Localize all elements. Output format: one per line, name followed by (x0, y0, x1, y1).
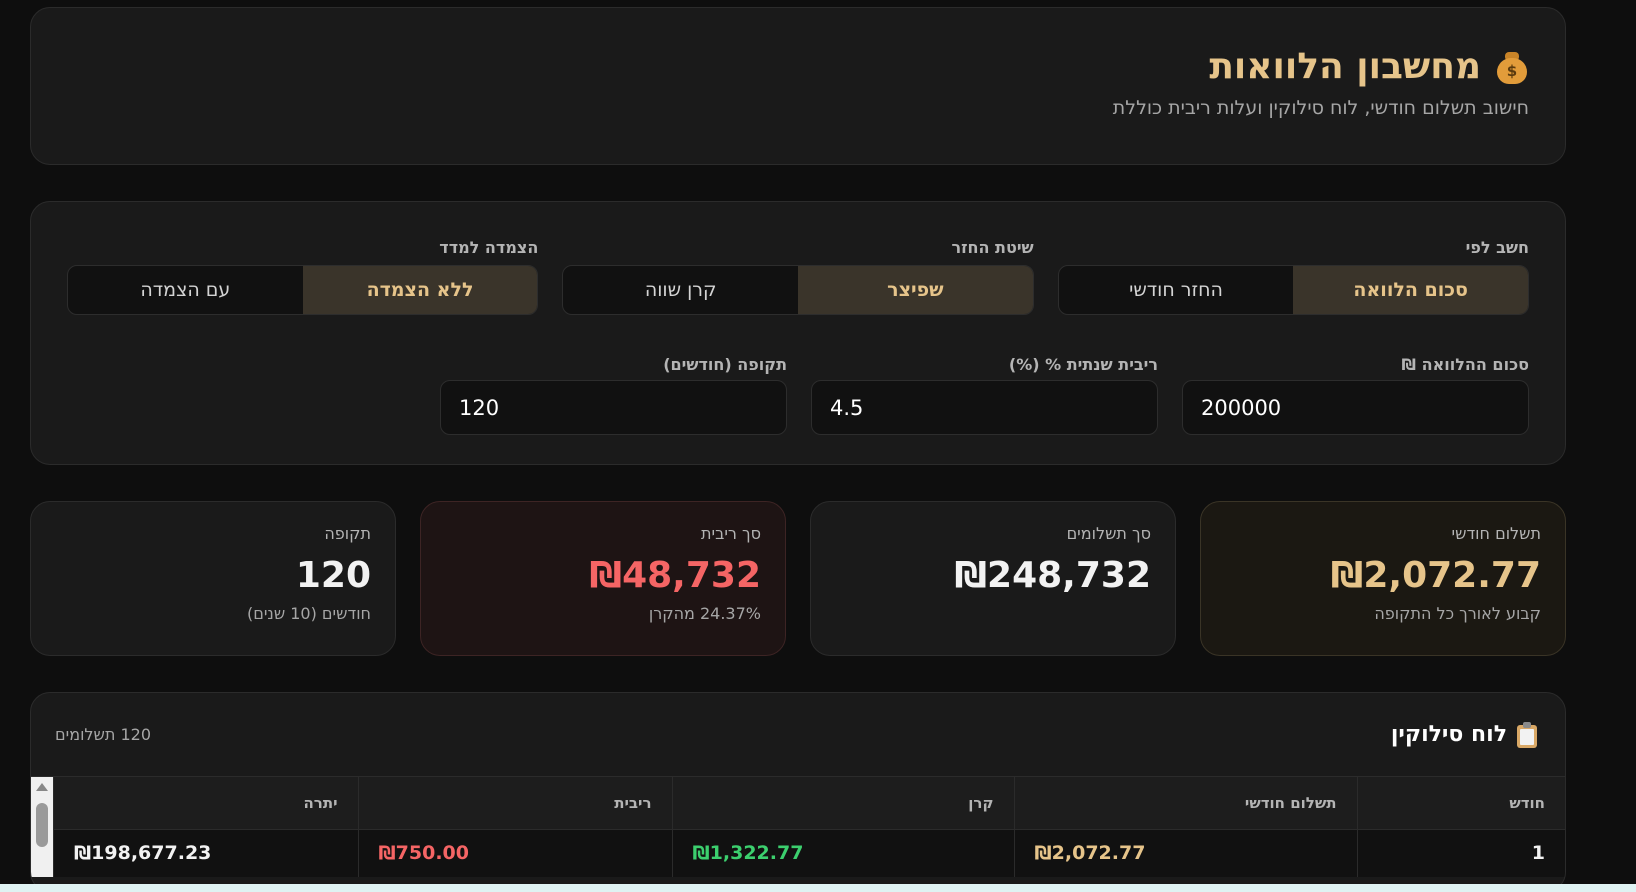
rate-field-group: ריבית שנתית % (%) (811, 355, 1158, 435)
calc-by-toggle: סכום הלוואה החזר חודשי (1057, 265, 1529, 315)
monthly-payment-sub: קבוע לאורך כל התקופה (1374, 604, 1541, 623)
col-interest[interactable]: ריבית (357, 777, 672, 830)
calc-by-label: חשב לפי (1465, 238, 1529, 257)
money-bag-icon: $ (1495, 50, 1529, 84)
cell-payment: ₪2,072.77 (1013, 829, 1357, 877)
total-interest-value: ₪48,732 (589, 555, 761, 596)
indexation-group: הצמדה למדד ללא הצמדה עם הצמדה (67, 238, 539, 315)
schedule-header: לוח סילוקין 120 תשלומים (31, 693, 1565, 777)
clipboard-icon (1517, 721, 1537, 748)
period-value: 120 (295, 555, 371, 596)
total-payments-label: סך תשלומים (1066, 524, 1151, 543)
indexation-label: הצמדה למדד (439, 238, 539, 257)
method-equal-principal-button[interactable]: קרן שווה (563, 266, 798, 314)
monthly-payment-label: תשלום חודשי (1451, 524, 1541, 543)
term-field-group: תקופה (חודשים) (440, 355, 787, 435)
page-title: מחשבון הלוואות (1209, 46, 1481, 87)
period-label: תקופה (324, 524, 371, 543)
stats-row: תשלום חודשי ₪2,072.77 קבוע לאורך כל התקו… (30, 501, 1566, 656)
total-interest-sub: 24.37% מהקרן (648, 604, 761, 623)
cell-month: 1 (1356, 829, 1565, 877)
monthly-payment-value: ₪2,072.77 (1330, 555, 1541, 596)
cell-principal: ₪1,322.77 (671, 829, 1014, 877)
schedule-title: לוח סילוקין (1390, 722, 1507, 747)
period-sub: חודשים (10 שנים) (246, 604, 371, 623)
method-toggle: שפיצר קרן שווה (562, 265, 1034, 315)
term-label: תקופה (חודשים) (663, 355, 787, 374)
page-subtitle: חישוב תשלום חודשי, לוח סילוקין ועלות ריב… (1112, 97, 1529, 119)
col-payment[interactable]: תשלום חודשי (1013, 777, 1357, 830)
schedule-card: לוח סילוקין 120 תשלומים חודש תשלום חודשי… (30, 692, 1566, 892)
col-balance[interactable]: יתרה (53, 777, 358, 830)
table-row: 1 ₪2,072.77 ₪1,322.77 ₪750.00 ₪198,677.2… (53, 829, 1565, 877)
amount-field-group: סכום ההלוואה ₪ (1182, 355, 1529, 435)
total-payments-card: סך תשלומים ₪248,732 (810, 501, 1176, 656)
cell-interest: ₪750.00 (357, 829, 672, 877)
col-principal[interactable]: קרן (671, 777, 1014, 830)
title-row: $ מחשבון הלוואות (67, 46, 1529, 87)
method-group: שיטת החזר שפיצר קרן שווה (562, 238, 1034, 315)
calc-by-monthly-button[interactable]: החזר חודשי (1059, 266, 1294, 314)
rate-label: ריבית שנתית % (%) (1008, 355, 1158, 374)
method-label: שיטת החזר (951, 238, 1034, 257)
input-row: סכום ההלוואה ₪ ריבית שנתית % (%) תקופה (… (67, 355, 1529, 435)
total-interest-label: סך ריבית (700, 524, 761, 543)
calc-by-group: חשב לפי סכום הלוואה החזר חודשי (1057, 238, 1529, 315)
window-bottom-strip (0, 884, 1636, 892)
monthly-payment-card: תשלום חודשי ₪2,072.77 קבוע לאורך כל התקו… (1200, 501, 1566, 656)
table-scrollbar[interactable] (31, 777, 53, 877)
header-card: $ מחשבון הלוואות חישוב תשלום חודשי, לוח … (30, 7, 1566, 165)
schedule-table-wrap: חודש תשלום חודשי קרן ריבית יתרה 1 ₪2,072… (31, 777, 1565, 877)
cell-balance: ₪198,677.23 (53, 829, 358, 877)
toggle-row: חשב לפי סכום הלוואה החזר חודשי שיטת החזר… (67, 238, 1529, 315)
table-header-row: חודש תשלום חודשי קרן ריבית יתרה (53, 777, 1565, 830)
amount-input[interactable] (1182, 380, 1529, 435)
indexation-none-button[interactable]: ללא הצמדה (302, 266, 538, 314)
controls-card: חשב לפי סכום הלוואה החזר חודשי שיטת החזר… (30, 201, 1566, 465)
scroll-up-arrow-icon[interactable] (36, 783, 48, 791)
method-spitzer-button[interactable]: שפיצר (798, 266, 1033, 314)
indexation-toggle: ללא הצמדה עם הצמדה (67, 265, 539, 315)
schedule-title-wrap: לוח סילוקין (1390, 721, 1537, 748)
total-interest-card: סך ריבית ₪48,732 24.37% מהקרן (420, 501, 786, 656)
period-card: תקופה 120 חודשים (10 שנים) (30, 501, 396, 656)
rate-input[interactable] (811, 380, 1158, 435)
schedule-count: 120 תשלומים (55, 725, 151, 744)
scroll-thumb[interactable] (36, 803, 48, 847)
amount-label: סכום ההלוואה ₪ (1401, 355, 1529, 374)
col-month[interactable]: חודש (1356, 777, 1565, 830)
total-payments-value: ₪248,732 (954, 555, 1151, 596)
term-input[interactable] (440, 380, 787, 435)
indexation-with-button[interactable]: עם הצמדה (68, 266, 303, 314)
schedule-table: חודש תשלום חודשי קרן ריבית יתרה 1 ₪2,072… (53, 777, 1565, 877)
calc-by-amount-button[interactable]: סכום הלוואה (1293, 266, 1528, 314)
